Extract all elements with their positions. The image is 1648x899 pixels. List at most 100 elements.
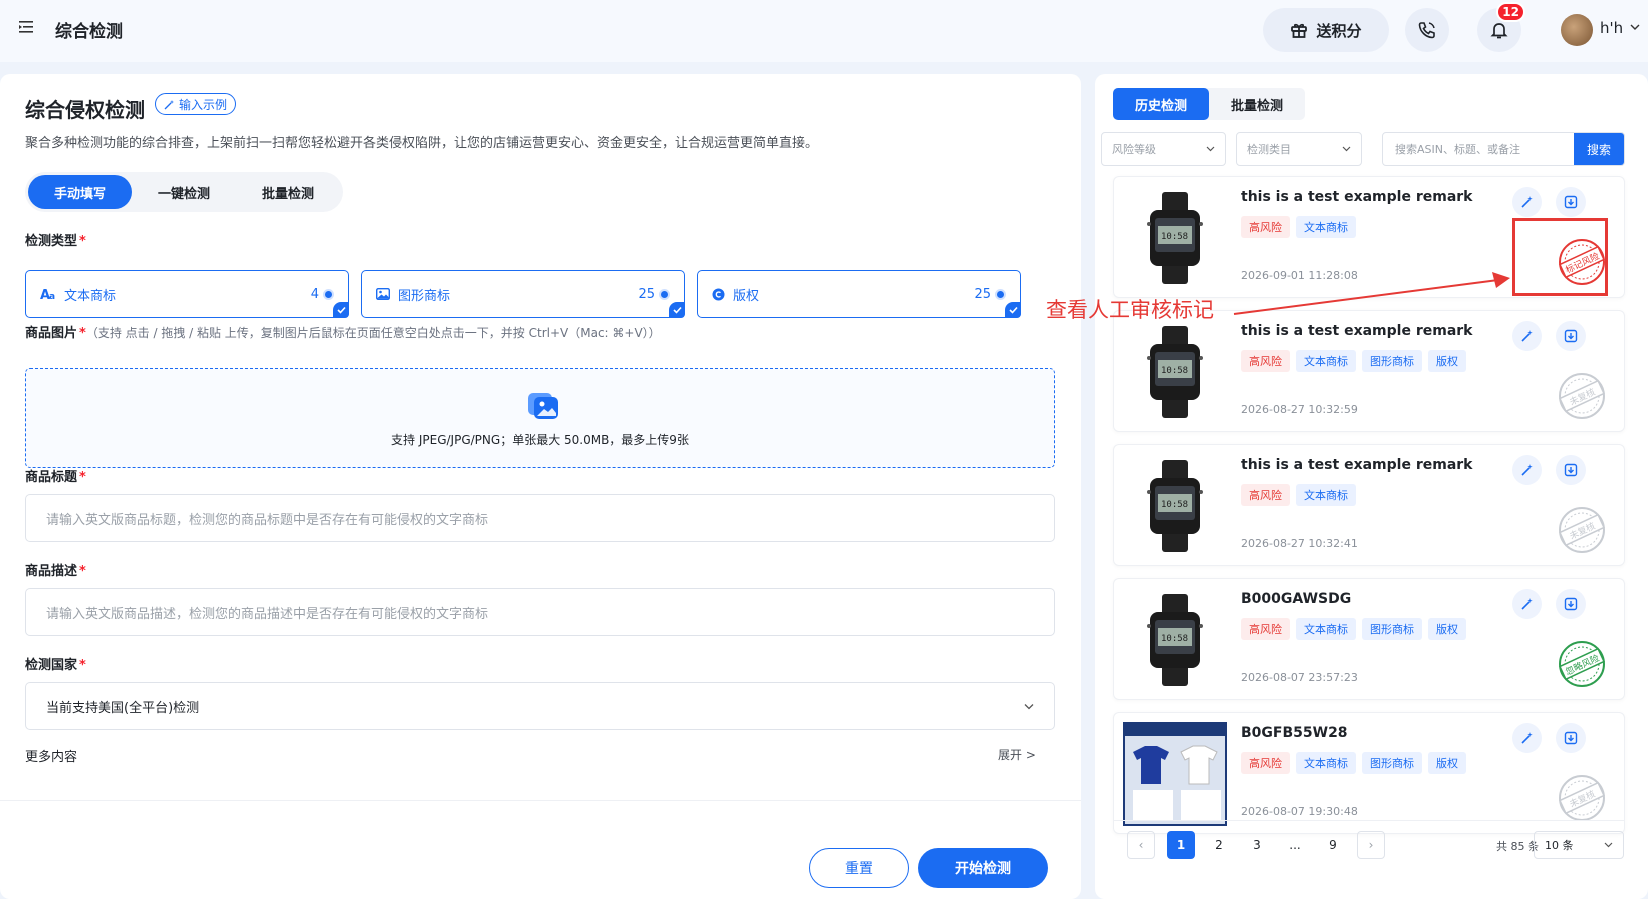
prev-page-button[interactable]: ‹ <box>1127 831 1155 859</box>
info-dot-icon <box>995 288 1006 300</box>
history-card[interactable]: 10:58 B000GAWSDG 高风险 文本商标 图形商标 版权 2026-08-0… <box>1113 578 1625 700</box>
more-content-label: 更多内容 <box>25 750 78 765</box>
card-title[interactable]: B000GAWSDG <box>1241 591 1351 607</box>
download-button[interactable] <box>1556 455 1586 485</box>
detect-type-count: 4 <box>310 286 319 302</box>
reset-button[interactable]: 重置 <box>809 848 909 888</box>
detect-country-select[interactable]: 当前支持美国(全平台)检测 <box>25 682 1055 730</box>
history-card[interactable]: B0GFB55W28 高风险 文本商标 图形商标 版权 2026-08-07 19:3… <box>1113 712 1625 834</box>
type-tag: 图形商标 <box>1362 618 1422 640</box>
phone-button[interactable] <box>1405 8 1449 52</box>
detect-type-label: 版权 <box>733 288 760 304</box>
magic-wand-icon <box>1521 196 1533 208</box>
gift-points-button[interactable]: 送积分 <box>1263 8 1389 52</box>
type-tag: 文本商标 <box>1296 216 1356 238</box>
username[interactable]: h'h <box>1600 19 1623 37</box>
history-card[interactable]: 10:58 this is a test example remark 高风险文… <box>1113 310 1625 432</box>
detect-type-text-trademark[interactable]: A a 文本商标 4 <box>25 270 349 318</box>
download-button[interactable] <box>1556 187 1586 217</box>
page-ellipsis[interactable]: ... <box>1281 831 1309 859</box>
start-detection-button[interactable]: 开始检测 <box>918 848 1048 888</box>
gift-points-label: 送积分 <box>1316 21 1362 40</box>
review-button[interactable] <box>1512 723 1542 753</box>
search-button[interactable]: 搜索 <box>1574 133 1624 165</box>
detect-type-image-trademark[interactable]: 图形商标 25 <box>361 270 685 318</box>
thumbnail[interactable]: 10:58 <box>1122 319 1228 425</box>
page-button[interactable]: 2 <box>1205 831 1233 859</box>
tab-history[interactable]: 历史检测 <box>1113 88 1210 120</box>
chevron-down-icon[interactable] <box>1630 23 1640 31</box>
review-stamp: 未复核 <box>1559 775 1605 821</box>
card-date: 2026-08-27 10:32:59 <box>1241 403 1358 416</box>
card-title[interactable]: B0GFB55W28 <box>1241 725 1348 741</box>
next-page-button[interactable]: › <box>1357 831 1385 859</box>
tab-batch-history[interactable]: 批量检测 <box>1209 88 1305 120</box>
download-icon <box>1564 731 1578 745</box>
phone-icon <box>1418 22 1435 39</box>
notification-button[interactable]: 12 <box>1477 2 1525 52</box>
product-thumbnail: 10:58 <box>1147 460 1203 552</box>
review-stamp: 未复核 <box>1559 507 1605 553</box>
thumbnail[interactable]: 10:58 <box>1122 587 1228 693</box>
tab-batch[interactable]: 批量检测 <box>236 175 340 209</box>
card-title[interactable]: this is a test example remark <box>1241 323 1472 339</box>
magic-wand-icon <box>164 99 174 109</box>
page-button[interactable]: 3 <box>1243 831 1271 859</box>
type-tag: 图形商标 <box>1362 350 1422 372</box>
risk-level-filter[interactable]: 风险等级 <box>1101 132 1226 166</box>
product-thumbnail: 10:58 <box>1147 192 1203 284</box>
page-size-select[interactable]: 10 条 <box>1534 831 1624 859</box>
type-tag: 版权 <box>1428 350 1466 372</box>
checkmark-icon <box>669 302 685 318</box>
product-thumbnail: 10:58 <box>1147 594 1203 686</box>
tag-list: 高风险 文本商标 图形商标 版权 <box>1241 752 1466 774</box>
magic-wand-icon <box>1521 598 1533 610</box>
thumbnail[interactable]: 10:58 <box>1122 453 1228 559</box>
tab-one-click[interactable]: 一键检测 <box>132 175 236 209</box>
download-icon <box>1564 597 1578 611</box>
card-date: 2026-08-07 19:30:48 <box>1241 805 1358 818</box>
text-icon: A a <box>40 288 55 301</box>
svg-text:10:58: 10:58 <box>1161 366 1188 376</box>
input-example-button[interactable]: 输入示例 <box>155 93 237 115</box>
review-button[interactable] <box>1512 321 1542 351</box>
svg-text:10:58: 10:58 <box>1161 232 1188 242</box>
thumbnail[interactable]: 10:58 <box>1122 185 1228 291</box>
tag-list: 高风险 文本商标 <box>1241 216 1356 238</box>
top-bar: 综合检测 送积分 12 h'h <box>0 0 1648 62</box>
type-tag: 版权 <box>1428 752 1466 774</box>
image-upload-area[interactable]: 支持 JPEG/JPG/PNG；单张最大 50.0MB，最多上传9张 <box>25 368 1055 468</box>
review-button[interactable] <box>1512 187 1542 217</box>
page-title: 综合检测 <box>55 22 123 42</box>
annotation-text: 查看人工审核标记 <box>1046 298 1214 322</box>
product-description-label: 商品描述 * <box>25 564 86 579</box>
search-input[interactable]: 搜索ASIN、标题、或备注 搜索 <box>1382 132 1625 166</box>
mode-tabs: 手动填写 一键检测 批量检测 <box>25 172 343 212</box>
category-filter[interactable]: 检测类目 <box>1236 132 1362 166</box>
card-title[interactable]: this is a test example remark <box>1241 189 1472 205</box>
thumbnail[interactable] <box>1122 721 1228 827</box>
magic-wand-icon <box>1521 464 1533 476</box>
product-description-input[interactable]: 请输入英文版商品描述，检测您的商品描述中是否存在有可能侵权的文字商标 <box>25 588 1055 636</box>
detect-type-copyright[interactable]: 版权 25 <box>697 270 1021 318</box>
avatar[interactable] <box>1561 14 1593 46</box>
detect-type-label: 检测类型 * <box>25 234 86 249</box>
product-title-input[interactable]: 请输入英文版商品标题，检测您的商品标题中是否存在有可能侵权的文字商标 <box>25 494 1055 542</box>
svg-text:a: a <box>49 292 55 301</box>
download-button[interactable] <box>1556 321 1586 351</box>
download-button[interactable] <box>1556 723 1586 753</box>
review-button[interactable] <box>1512 589 1542 619</box>
expand-link[interactable]: 展开 > <box>998 746 1036 763</box>
tag-list: 高风险 文本商标 图形商标 版权 <box>1241 618 1466 640</box>
svg-text:10:58: 10:58 <box>1161 500 1188 510</box>
page-button[interactable]: 9 <box>1319 831 1347 859</box>
type-tag: 文本商标 <box>1296 350 1356 372</box>
menu-fold-icon[interactable] <box>18 19 34 35</box>
history-card[interactable]: 10:58 this is a test example remark 高风险文… <box>1113 444 1625 566</box>
review-button[interactable] <box>1512 455 1542 485</box>
card-title[interactable]: this is a test example remark <box>1241 457 1472 473</box>
bell-icon <box>1490 23 1508 39</box>
tab-manual[interactable]: 手动填写 <box>28 175 132 209</box>
page-button[interactable]: 1 <box>1167 831 1195 859</box>
download-button[interactable] <box>1556 589 1586 619</box>
